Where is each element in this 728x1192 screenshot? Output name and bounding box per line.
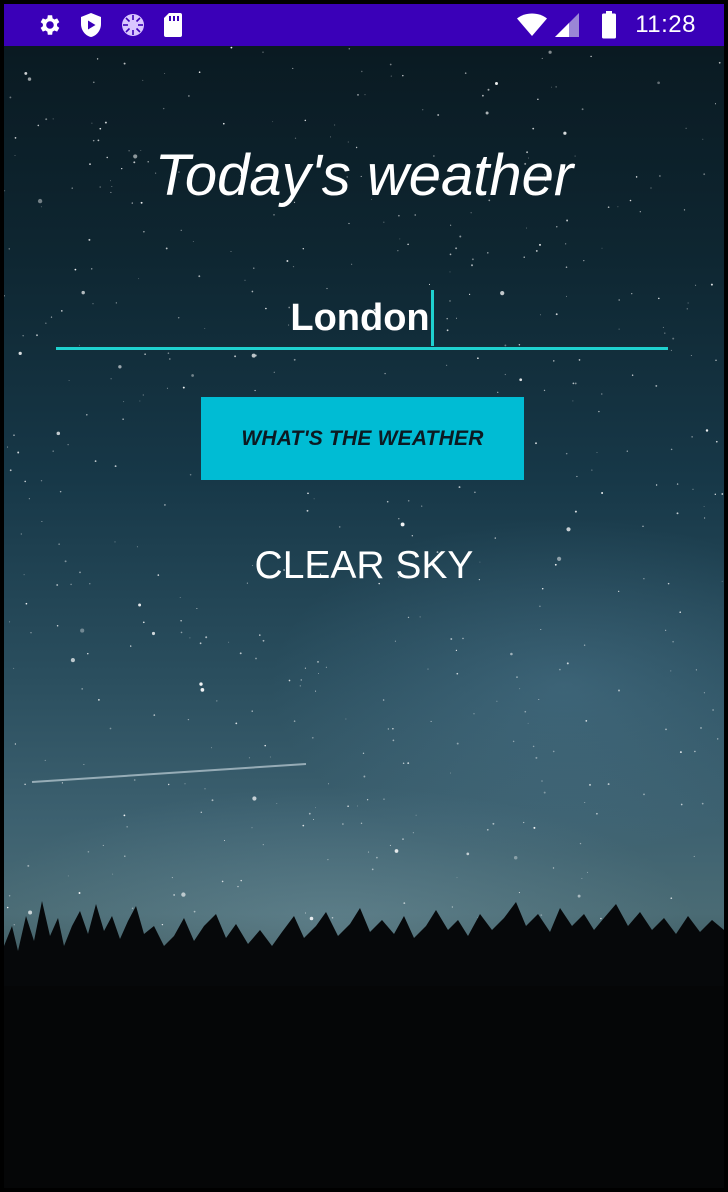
night-sky-background <box>4 46 724 1188</box>
wifi-icon <box>517 13 548 37</box>
status-notification-icons <box>36 11 183 39</box>
cell-signal-icon <box>555 12 581 38</box>
page-title: Today's weather <box>154 143 574 208</box>
status-bar: 11:28 <box>4 4 724 46</box>
meteor-streak <box>31 763 307 783</box>
text-cursor <box>430 289 434 346</box>
city-input-field[interactable]: London <box>56 288 668 350</box>
sd-card-icon <box>163 12 183 38</box>
shield-play-icon <box>79 12 103 38</box>
whats-the-weather-button[interactable]: WHAT'S THE WEATHER <box>201 397 524 480</box>
city-input-value[interactable]: London <box>290 299 429 337</box>
status-time: 11:28 <box>635 11 696 38</box>
gear-icon <box>36 12 62 38</box>
phone-screen: 11:28 Today's weather London WHAT'S THE … <box>0 0 728 1192</box>
battery-icon <box>601 11 617 39</box>
weather-result-text: CLEAR SKY <box>254 544 474 587</box>
status-system-icons: 11:28 <box>517 11 696 39</box>
sync-icon <box>120 12 146 38</box>
